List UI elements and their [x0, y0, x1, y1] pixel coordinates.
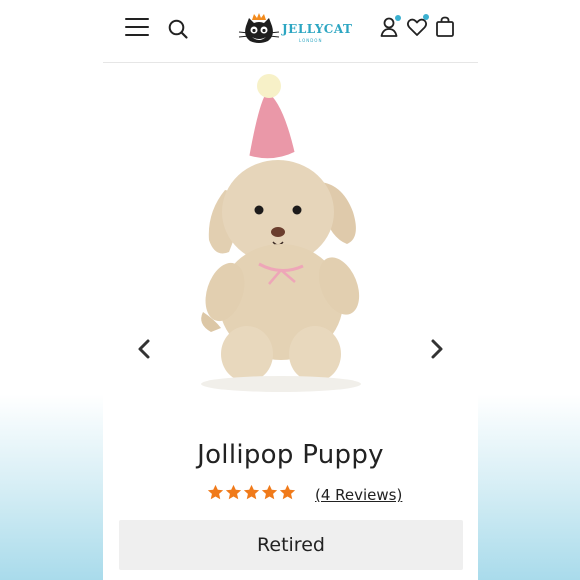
star-icon [243, 484, 260, 500]
reviews-link[interactable]: (4 Reviews) [315, 486, 402, 504]
star-icon [261, 484, 278, 500]
chevron-left-icon[interactable] [133, 335, 155, 363]
star-icon [225, 484, 242, 500]
logo-wordmark: JELLYCAT [282, 22, 353, 36]
product-title: Jollipop Puppy [197, 440, 384, 470]
account-notification-dot [395, 15, 401, 21]
search-icon[interactable] [167, 18, 189, 40]
product-rating: (4 Reviews) [207, 484, 467, 506]
wishlist-notification-dot [423, 14, 429, 20]
rating-stars [207, 484, 296, 506]
retired-status-button[interactable]: Retired [119, 520, 463, 570]
jellycat-logo[interactable]: JELLYCAT LONDON [237, 10, 352, 50]
bag-icon[interactable] [434, 16, 456, 38]
product-image[interactable] [163, 62, 418, 402]
cat-logo-icon [238, 13, 280, 43]
wishlist-icon[interactable] [406, 14, 429, 38]
star-icon [279, 484, 296, 500]
logo-subtitle: LONDON [299, 38, 323, 43]
menu-icon[interactable] [125, 17, 149, 37]
product-page: JELLYCAT LONDON Jollipop Puppy (4 Review… [103, 0, 478, 580]
account-icon[interactable] [379, 15, 401, 38]
star-icon [207, 484, 224, 500]
status-label: Retired [257, 534, 325, 556]
site-header: JELLYCAT LONDON [103, 0, 478, 63]
chevron-right-icon[interactable] [426, 335, 448, 363]
